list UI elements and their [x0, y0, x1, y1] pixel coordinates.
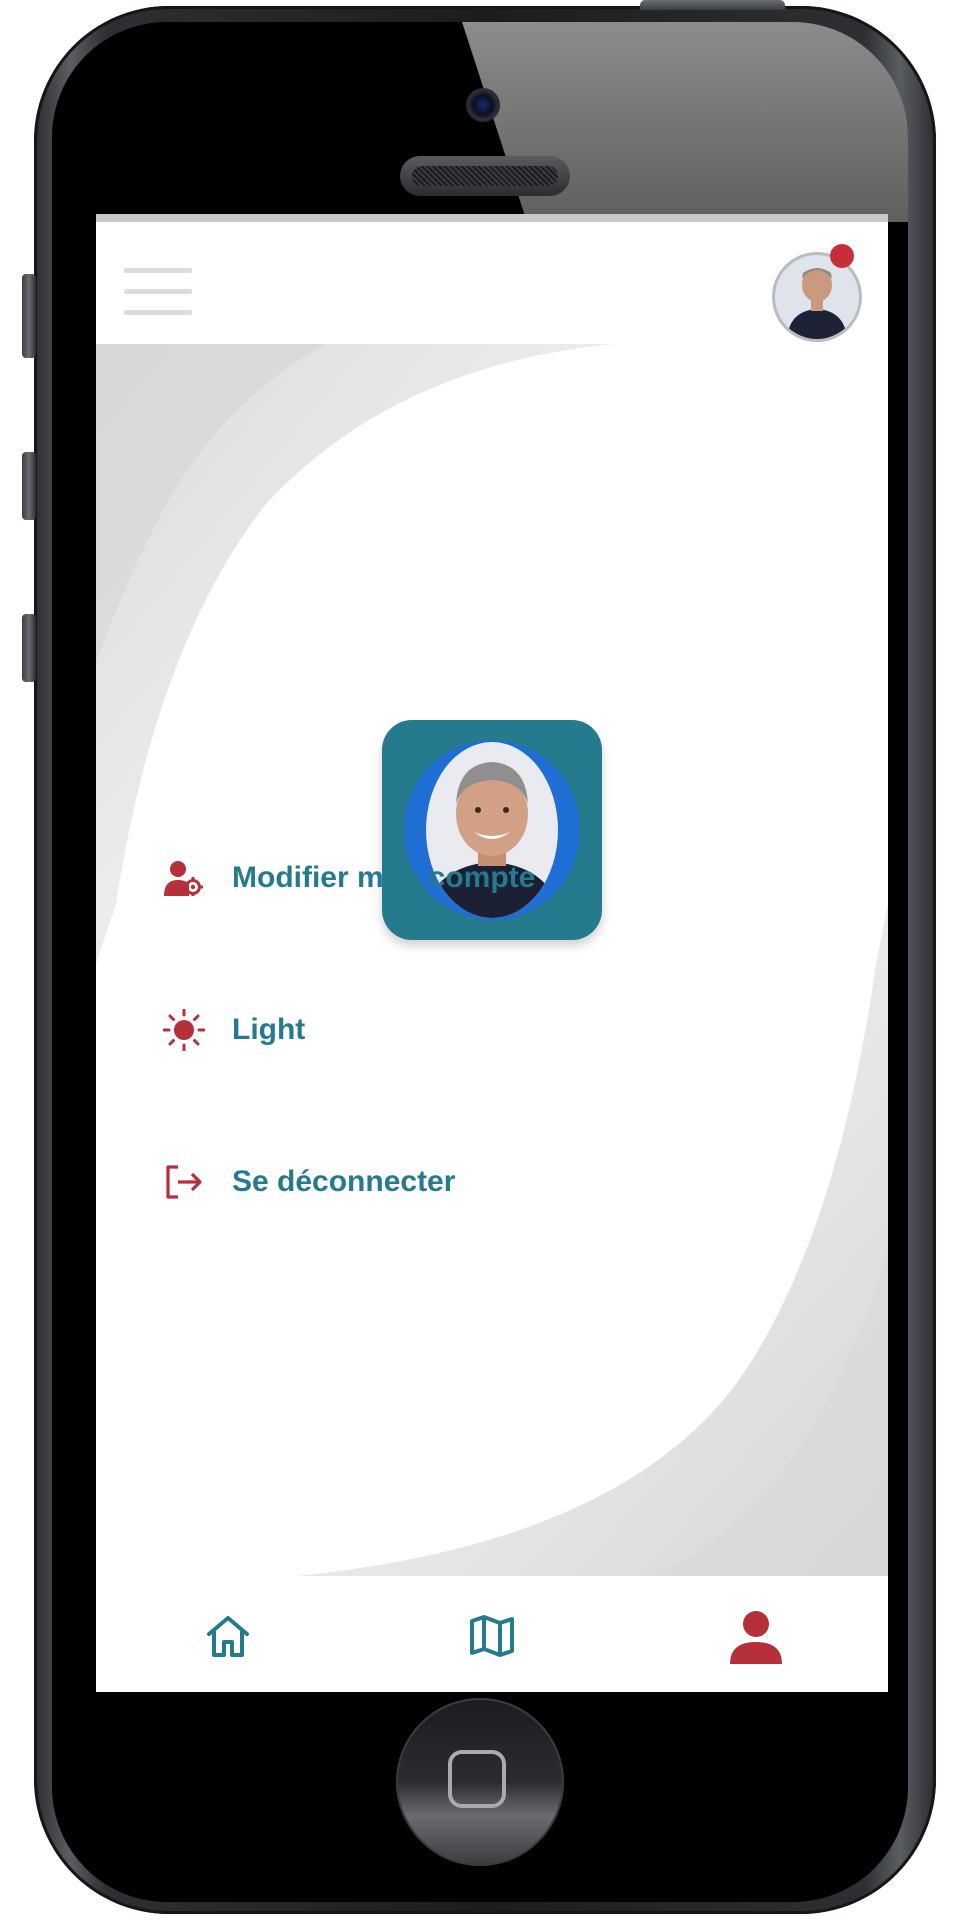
menu-item-label: Light	[232, 1013, 306, 1046]
app-header	[96, 222, 888, 344]
sun-icon	[162, 1008, 206, 1052]
background-swirl	[96, 344, 888, 1576]
bottom-navigation	[96, 1576, 888, 1692]
logout-icon	[162, 1160, 206, 1204]
nav-home[interactable]	[198, 1606, 258, 1666]
home-button[interactable]	[396, 1698, 564, 1866]
menu-item-label: Modifier mon compte	[232, 861, 536, 894]
front-camera	[466, 88, 500, 122]
volume-up-button	[22, 452, 36, 520]
menu-item-theme-toggle[interactable]: Light	[162, 1000, 305, 1060]
nav-map[interactable]	[462, 1606, 522, 1666]
mute-switch	[22, 274, 36, 358]
menu-item-label: Se déconnecter	[232, 1165, 456, 1198]
user-icon	[730, 1611, 782, 1664]
volume-down-button	[22, 614, 36, 682]
home-icon	[207, 1616, 249, 1657]
profile-content: Modifier mon compte Light Se déconnecter	[96, 344, 888, 1576]
menu-item-edit-account[interactable]: Modifier mon compte	[162, 848, 535, 908]
user-settings-icon	[162, 856, 206, 900]
app-screen: Modifier mon compte Light Se déconnecter	[96, 214, 888, 1692]
earpiece-speaker	[400, 156, 570, 196]
notification-badge	[830, 244, 854, 268]
status-bar	[96, 214, 888, 222]
power-button	[640, 0, 785, 10]
nav-profile[interactable]	[726, 1606, 786, 1666]
avatar-photo-icon	[775, 255, 859, 339]
menu-item-logout[interactable]: Se déconnecter	[162, 1152, 455, 1212]
hamburger-icon[interactable]	[124, 268, 192, 316]
map-icon	[470, 1615, 514, 1657]
home-button-square	[448, 1750, 506, 1808]
